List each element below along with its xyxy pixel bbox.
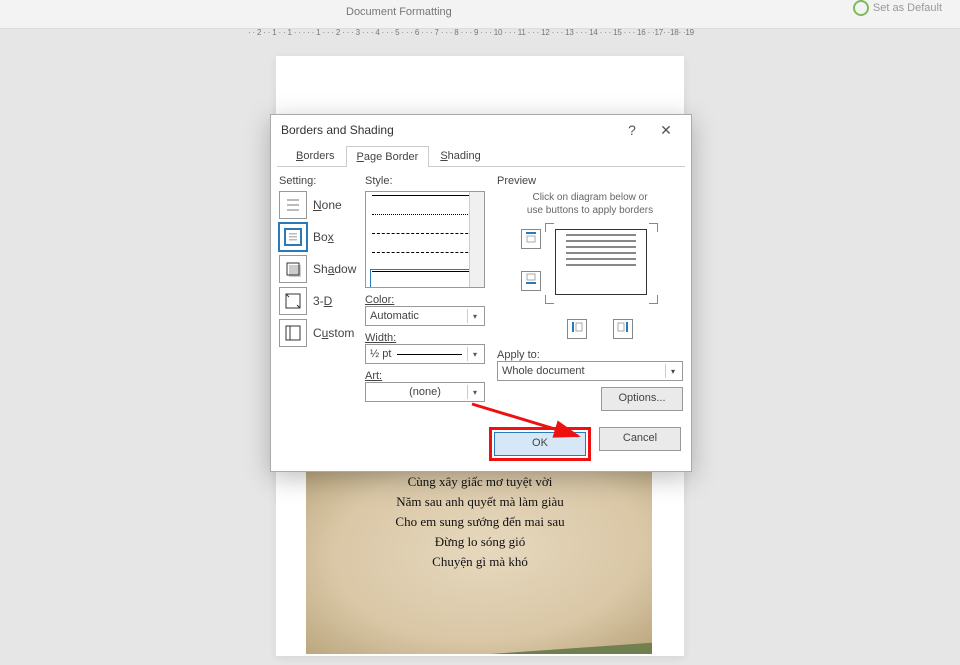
border-right-button[interactable] <box>613 319 633 339</box>
poem-line: Năm sau anh quyết mà làm giàu <box>276 492 684 512</box>
border-top-button[interactable] <box>521 229 541 249</box>
border-bottom-button[interactable] <box>521 271 541 291</box>
setting-shadow[interactable]: Shadow <box>279 255 361 283</box>
setting-label: Setting: <box>279 175 361 187</box>
set-default-label: Set as Default <box>873 2 942 14</box>
border-left-button[interactable] <box>567 319 587 339</box>
apply-to-label: Apply to: <box>497 349 683 361</box>
art-label: Art: <box>365 370 485 382</box>
options-button[interactable]: Options... <box>601 387 683 411</box>
set-as-default-button[interactable]: Set as Default <box>853 0 942 16</box>
chevron-down-icon: ▾ <box>467 385 482 399</box>
check-circle-icon <box>853 0 869 16</box>
help-button[interactable]: ? <box>615 115 649 145</box>
preview-hint: Click on diagram below oruse buttons to … <box>497 191 683 217</box>
preview-diagram[interactable] <box>497 223 683 343</box>
poem-line: Chuyện gì mà khó <box>276 552 684 572</box>
annotation-highlight: OK <box>489 427 591 461</box>
color-dropdown[interactable]: Automatic▾ <box>365 306 485 326</box>
setting-none[interactable]: None <box>279 191 361 219</box>
scrollbar[interactable] <box>469 192 484 287</box>
ok-button[interactable]: OK <box>494 432 586 456</box>
setting-custom[interactable]: Custom <box>279 319 361 347</box>
chevron-down-icon: ▾ <box>467 347 482 361</box>
horizontal-ruler[interactable]: · · 2 · · 1 · · 1 · · · · · 1 · · · 2 · … <box>248 28 960 44</box>
width-label: Width: <box>365 332 485 344</box>
preview-page[interactable] <box>555 229 647 295</box>
width-dropdown[interactable]: ½ pt▾ <box>365 344 485 364</box>
tab-shading[interactable]: Shading <box>429 145 491 166</box>
tab-page-border[interactable]: Page Border <box>346 146 430 167</box>
poem-line: Đừng lo sóng gió <box>276 532 684 552</box>
ribbon-strip: Document Formatting Set as Default <box>0 0 960 29</box>
chevron-down-icon: ▾ <box>665 364 680 378</box>
tab-borders[interactable]: Borders <box>285 145 346 166</box>
setting-3d[interactable]: 3-D <box>279 287 361 315</box>
borders-shading-dialog: Borders and Shading ? ✕ Borders Page Bor… <box>270 114 692 472</box>
setting-box[interactable]: Box <box>279 223 361 251</box>
chevron-down-icon: ▾ <box>467 309 482 323</box>
dialog-tabs: Borders Page Border Shading <box>277 145 685 167</box>
style-listbox[interactable] <box>365 191 485 288</box>
dialog-titlebar[interactable]: Borders and Shading ? ✕ <box>271 115 691 145</box>
poem-line: Cho em sung sướng đến mai sau <box>276 512 684 532</box>
art-dropdown[interactable]: (none)▾ <box>365 382 485 402</box>
preview-label: Preview <box>497 175 683 187</box>
dialog-title: Borders and Shading <box>281 123 394 137</box>
close-button[interactable]: ✕ <box>649 115 683 145</box>
ribbon-group-label: Document Formatting <box>346 6 452 18</box>
apply-to-dropdown[interactable]: Whole document▾ <box>497 361 683 381</box>
poem-line: Cùng xây giấc mơ tuyệt vời <box>276 472 684 492</box>
style-label: Style: <box>365 175 485 187</box>
color-label: Color: <box>365 294 485 306</box>
cancel-button[interactable]: Cancel <box>599 427 681 451</box>
